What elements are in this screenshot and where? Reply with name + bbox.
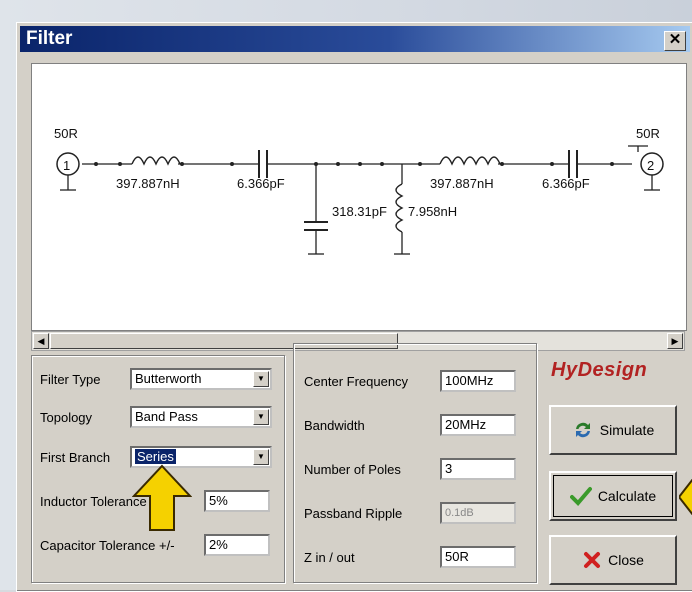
filter-window: Filter ✕ 1 50R 397.887nH 6.366pF 318.31p… xyxy=(16,22,692,592)
number-of-poles-label: Number of Poles xyxy=(304,462,401,477)
topology-select[interactable]: Band Pass ▼ xyxy=(130,406,272,428)
hint-arrow-right-icon xyxy=(679,479,692,515)
center-frequency-field[interactable]: 100MHz xyxy=(440,370,516,392)
filter-type-value: Butterworth xyxy=(135,371,202,386)
z-in-out-value: 50R xyxy=(445,549,469,564)
simulate-button[interactable]: Simulate xyxy=(549,405,677,455)
capacitor-tolerance-label: Capacitor Tolerance +/- xyxy=(40,538,175,553)
close-label: Close xyxy=(608,552,644,568)
capacitor-tolerance-value: 2% xyxy=(209,537,228,552)
shunt-capacitor: 318.31pF xyxy=(304,164,387,255)
filter-type-select[interactable]: Butterworth ▼ xyxy=(130,368,272,390)
passband-ripple-label: Passband Ripple xyxy=(304,506,403,521)
calculate-label: Calculate xyxy=(597,488,657,504)
port-1: 1 50R xyxy=(54,126,80,191)
series-capacitor-2: 6.366pF xyxy=(542,150,590,191)
z-in-out-label: Z in / out xyxy=(304,550,355,565)
close-icon xyxy=(584,552,601,568)
z-in-out-field[interactable]: 50R xyxy=(440,546,516,568)
bandwidth-label: Bandwidth xyxy=(304,418,365,433)
refresh-icon xyxy=(575,422,590,438)
series-inductor-1-value: 397.887nH xyxy=(116,176,180,191)
series-inductor-2: 397.887nH xyxy=(430,154,501,191)
design-parameters-group: Center Frequency 100MHz Bandwidth 20MHz … xyxy=(293,343,537,583)
passband-ripple-field: 0.1dB xyxy=(440,502,516,524)
checkmark-icon xyxy=(569,487,592,506)
inductor-tolerance-value: 5% xyxy=(209,493,228,508)
port-2-impedance: 50R xyxy=(636,126,660,141)
close-button[interactable]: Close xyxy=(549,535,677,585)
center-frequency-label: Center Frequency xyxy=(304,374,409,389)
passband-ripple-value: 0.1dB xyxy=(445,507,474,519)
bandwidth-field[interactable]: 20MHz xyxy=(440,414,516,436)
series-capacitor-1-value: 6.366pF xyxy=(237,176,285,191)
number-of-poles-field[interactable]: 3 xyxy=(440,458,516,480)
port-2-number: 2 xyxy=(647,158,654,173)
chevron-down-icon[interactable]: ▼ xyxy=(253,409,269,425)
chevron-down-icon[interactable]: ▼ xyxy=(253,371,269,387)
port-1-impedance: 50R xyxy=(54,126,78,141)
series-capacitor-1: 6.366pF xyxy=(237,150,285,191)
series-inductor-1: 397.887nH xyxy=(116,154,181,191)
port-1-number: 1 xyxy=(63,158,70,173)
chevron-down-icon[interactable]: ▼ xyxy=(253,449,269,465)
topology-value: Band Pass xyxy=(135,409,198,424)
scroll-right-button[interactable]: ▶ xyxy=(667,333,683,349)
number-of-poles-value: 3 xyxy=(445,461,453,476)
scroll-left-button[interactable]: ◀ xyxy=(33,333,49,349)
filter-settings-group: Filter Type Butterworth ▼ Topology Band … xyxy=(31,355,285,583)
topology-label: Topology xyxy=(40,410,93,425)
shunt-inductor-value: 7.958nH xyxy=(408,204,457,219)
capacitor-tolerance-field[interactable]: 2% xyxy=(204,534,270,556)
calculate-button[interactable]: Calculate xyxy=(549,471,677,521)
center-frequency-value: 100MHz xyxy=(445,373,494,388)
series-capacitor-2-value: 6.366pF xyxy=(542,176,590,191)
first-branch-value: Series xyxy=(135,449,176,464)
circuit-diagram: 1 50R 397.887nH 6.366pF 318.31pF 7.958nH… xyxy=(54,126,664,255)
filter-type-label: Filter Type xyxy=(40,372,101,387)
inductor-tolerance-field[interactable]: 5% xyxy=(204,490,270,512)
schematic-view: 1 50R 397.887nH 6.366pF 318.31pF 7.958nH… xyxy=(31,63,687,331)
hydesign-logo: HyDesign xyxy=(551,359,648,381)
first-branch-label: First Branch xyxy=(40,450,111,465)
simulate-label: Simulate xyxy=(599,422,655,438)
window-title: Filter xyxy=(26,28,73,49)
series-inductor-2-value: 397.887nH xyxy=(430,176,494,191)
shunt-capacitor-value: 318.31pF xyxy=(332,204,387,219)
port-2: 2 50R xyxy=(628,126,664,191)
bandwidth-value: 20MHz xyxy=(445,417,487,432)
hint-arrow-icon xyxy=(132,464,192,531)
title-bar: Filter ✕ xyxy=(20,26,690,52)
window-close-button[interactable]: ✕ xyxy=(664,31,686,51)
